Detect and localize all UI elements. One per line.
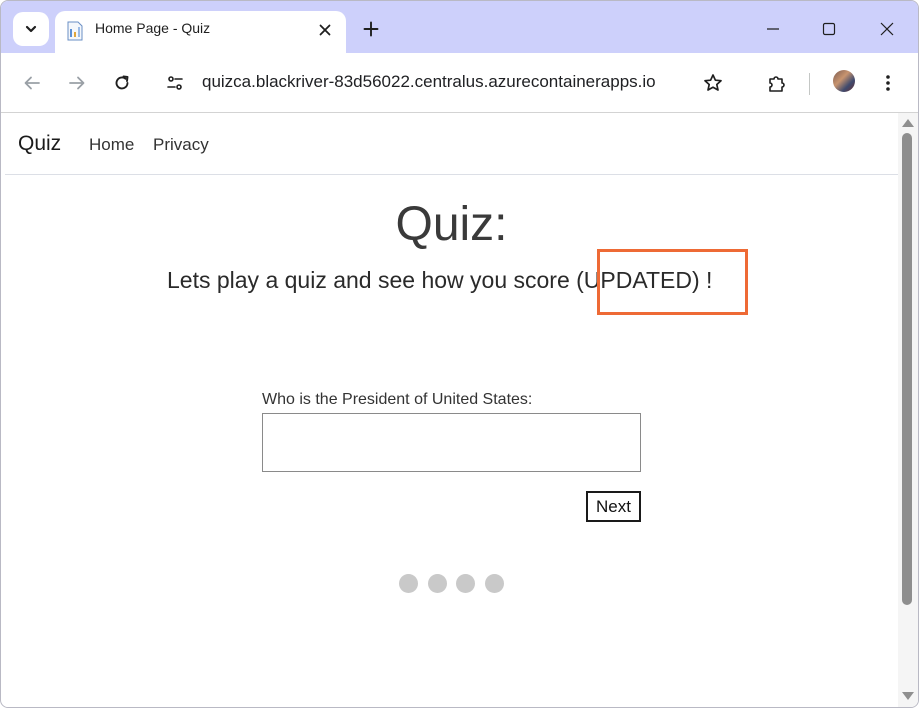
chevron-down-icon [25,25,37,33]
toolbar-divider [809,73,810,95]
progress-dot [428,574,447,593]
progress-dot [485,574,504,593]
active-tab[interactable]: Home Page - Quiz [55,11,346,55]
tune-icon [167,76,183,90]
tab-close-button[interactable] [313,18,337,42]
profile-avatar[interactable] [833,70,855,92]
nav-link-home[interactable]: Home [89,135,134,155]
browser-toolbar: quizca.blackriver-83d56022.centralus.azu… [1,53,918,113]
reload-icon [115,75,129,90]
close-icon [319,24,331,36]
puzzle-icon [769,76,785,92]
extensions-button[interactable] [761,67,793,99]
progress-dot [399,574,418,593]
minimize-button[interactable] [753,11,793,47]
arrow-left-icon [24,76,40,90]
plus-icon [363,21,379,37]
answer-input[interactable] [262,413,641,472]
next-button[interactable]: Next [586,491,641,522]
vertical-scrollbar[interactable] [898,113,918,707]
minimize-icon [767,28,779,30]
scroll-down-arrow-icon[interactable] [902,692,914,700]
back-button[interactable] [16,67,48,99]
reload-button[interactable] [106,67,138,99]
browser-window: Home Page - Quiz quizca.blackriver-83d56… [0,0,919,708]
tab-search-button[interactable] [13,12,49,46]
nav-link-privacy[interactable]: Privacy [153,135,209,155]
forward-button[interactable] [61,67,93,99]
page-favicon-icon [67,21,83,41]
page-title: Quiz: [395,198,508,251]
new-tab-button[interactable] [357,15,385,43]
kebab-menu-icon [886,75,890,91]
tab-strip: Home Page - Quiz [1,1,918,55]
maximize-button[interactable] [809,11,849,47]
scroll-thumb[interactable] [902,133,912,605]
bookmark-button[interactable] [697,67,729,99]
browser-menu-button[interactable] [872,67,904,99]
brand-link[interactable]: Quiz [18,132,61,156]
window-close-button[interactable] [867,11,907,47]
close-icon [880,22,894,36]
progress-dot [456,574,475,593]
arrow-right-icon [69,76,85,90]
site-navbar: Quiz Home Privacy [5,113,898,175]
scroll-up-arrow-icon[interactable] [902,119,914,127]
address-bar[interactable]: quizca.blackriver-83d56022.centralus.azu… [202,72,656,92]
star-icon [704,74,722,91]
annotation-highlight-box [597,249,748,315]
maximize-icon [822,22,836,36]
site-info-button[interactable] [159,67,191,99]
page-content: Quiz Home Privacy Quiz: Lets play a quiz… [5,113,898,707]
tab-title: Home Page - Quiz [95,20,211,36]
question-label: Who is the President of United States: [262,391,533,408]
